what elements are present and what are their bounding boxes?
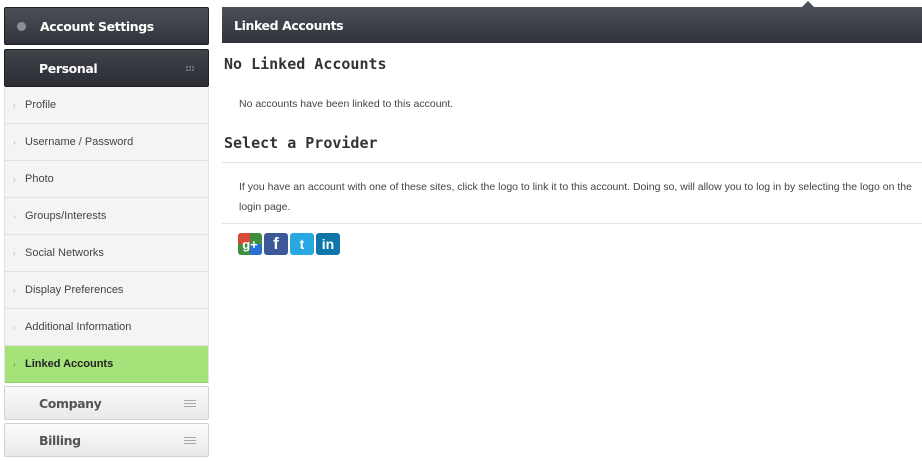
- sidebar-item-social-networks[interactable]: › Social Networks: [5, 235, 208, 272]
- circle-icon: [17, 21, 26, 31]
- sidebar-item-groups-interests[interactable]: › Groups/Interests: [5, 198, 208, 235]
- bullet-icon: ›: [13, 359, 16, 369]
- select-provider-title: Select a Provider: [224, 134, 378, 152]
- sidebar-item-label: Linked Accounts: [25, 358, 114, 370]
- divider: [222, 162, 922, 163]
- bullet-icon: ›: [13, 100, 16, 110]
- sidebar-item-photo[interactable]: › Photo: [5, 161, 208, 198]
- sidebar-item-label: Username / Password: [25, 136, 134, 148]
- sidebar-item-profile[interactable]: › Profile: [5, 87, 208, 124]
- sidebar-item-label: Social Networks: [25, 247, 104, 259]
- bullet-icon: ›: [13, 285, 16, 295]
- sidebar-item-label: Display Preferences: [25, 284, 124, 296]
- linked-accounts-title: No Linked Accounts: [224, 55, 387, 73]
- divider: [222, 223, 922, 224]
- menu-lines-icon: [184, 435, 196, 446]
- bullet-icon: ›: [13, 322, 16, 332]
- facebook-icon[interactable]: f: [264, 233, 288, 255]
- bullet-icon: ›: [13, 174, 16, 184]
- grip-icon: [186, 65, 194, 71]
- section-personal[interactable]: Personal: [4, 49, 209, 87]
- section-personal-label: Personal: [39, 60, 98, 76]
- linked-accounts-message: No accounts have been linked to this acc…: [239, 98, 454, 110]
- sidebar: Account Settings Personal › Profile › Us…: [4, 7, 209, 457]
- google-plus-glyph: g+: [242, 236, 258, 252]
- sidebar-item-label: Profile: [25, 99, 57, 111]
- sidebar-item-linked-accounts[interactable]: › Linked Accounts: [5, 346, 208, 383]
- section-billing[interactable]: Billing: [4, 423, 209, 457]
- menu-lines-icon: [184, 398, 196, 409]
- main-panel: Linked Accounts No Linked Accounts No ac…: [222, 1, 922, 255]
- personal-submenu: › Profile › Username / Password › Photo …: [4, 87, 209, 383]
- main-header-bar: Linked Accounts: [222, 1, 922, 43]
- bullet-icon: ›: [13, 211, 16, 221]
- bullet-icon: ›: [13, 248, 16, 258]
- sidebar-item-label: Additional Information: [25, 321, 132, 333]
- section-billing-label: Billing: [39, 432, 81, 448]
- account-settings-header[interactable]: Account Settings: [4, 7, 209, 45]
- account-settings-label: Account Settings: [40, 18, 154, 34]
- sidebar-item-display-preferences[interactable]: › Display Preferences: [5, 272, 208, 309]
- facebook-glyph: f: [273, 234, 279, 253]
- section-company[interactable]: Company: [4, 386, 209, 420]
- linkedin-glyph: in: [321, 236, 335, 252]
- google-plus-icon[interactable]: g+: [238, 233, 262, 255]
- provider-logos: g+ f t in: [238, 233, 340, 255]
- sidebar-item-username-password[interactable]: › Username / Password: [5, 124, 208, 161]
- linkedin-icon[interactable]: in: [316, 233, 340, 255]
- provider-description: If you have an account with one of these…: [239, 181, 912, 213]
- pointer-notch-icon: [802, 1, 814, 7]
- sidebar-item-label: Photo: [25, 173, 54, 185]
- main-header-title: Linked Accounts: [234, 17, 344, 33]
- sidebar-item-additional-information[interactable]: › Additional Information: [5, 309, 208, 346]
- twitter-icon[interactable]: t: [290, 233, 314, 255]
- twitter-glyph: t: [299, 236, 305, 252]
- section-company-label: Company: [39, 395, 102, 411]
- sidebar-item-label: Groups/Interests: [25, 210, 107, 222]
- bullet-icon: ›: [13, 137, 16, 147]
